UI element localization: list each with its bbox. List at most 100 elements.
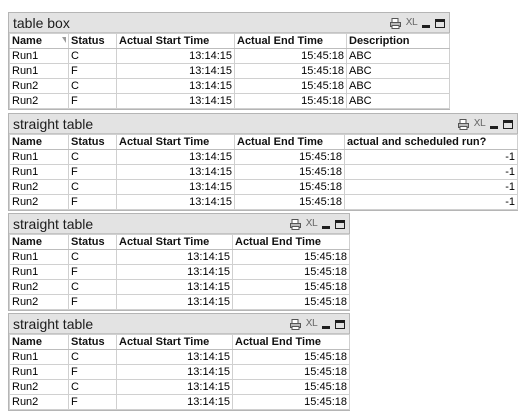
table-cell[interactable]: 13:14:15 <box>116 364 233 380</box>
table-row[interactable]: Run2 F 13:14:15 15:45:18 <box>9 394 350 410</box>
table-cell[interactable]: C <box>68 179 117 195</box>
table-cell[interactable]: -1 <box>344 179 518 195</box>
table-cell[interactable]: 13:14:15 <box>116 179 235 195</box>
maximize-icon[interactable] <box>503 119 513 129</box>
table-cell[interactable]: 15:45:18 <box>232 394 350 410</box>
table-cell[interactable]: 13:14:15 <box>116 394 233 410</box>
printer-icon[interactable] <box>289 318 301 330</box>
table-cell[interactable]: 15:45:18 <box>234 63 347 79</box>
column-header[interactable]: Name <box>9 134 69 150</box>
table-cell[interactable]: 13:14:15 <box>116 349 233 365</box>
table-cell[interactable]: Run2 <box>9 394 69 410</box>
table-cell[interactable]: F <box>68 63 117 79</box>
table-row[interactable]: Run1 C 13:14:15 15:45:18 <box>9 349 350 365</box>
column-header[interactable]: Actual End Time <box>232 234 350 250</box>
table-cell[interactable]: 15:45:18 <box>234 194 345 210</box>
minimize-icon[interactable] <box>322 219 330 230</box>
printer-icon[interactable] <box>457 118 469 130</box>
table-row[interactable]: Run2 C 13:14:15 15:45:18 -1 <box>9 179 518 195</box>
table-cell[interactable]: Run1 <box>9 63 69 79</box>
minimize-icon[interactable] <box>322 319 330 330</box>
table-cell[interactable]: Run2 <box>9 78 69 94</box>
send-to-excel-icon[interactable]: XL <box>306 318 318 330</box>
table-cell[interactable]: Run1 <box>9 249 69 265</box>
column-header[interactable]: Name <box>9 334 69 350</box>
column-header[interactable]: Actual Start Time <box>116 33 235 49</box>
table-row[interactable]: Run2 F 13:14:15 15:45:18 -1 <box>9 194 518 210</box>
table-cell[interactable]: Run1 <box>9 48 69 64</box>
table-cell[interactable]: 13:14:15 <box>116 379 233 395</box>
table-cell[interactable]: 15:45:18 <box>232 264 350 280</box>
table-row[interactable]: Run2 F 13:14:15 15:45:18 <box>9 294 350 310</box>
send-to-excel-icon[interactable]: XL <box>474 118 486 130</box>
table-cell[interactable]: ABC <box>346 48 450 64</box>
column-header[interactable]: Actual Start Time <box>116 134 235 150</box>
table-cell[interactable]: Run1 <box>9 364 69 380</box>
table-cell[interactable]: 15:45:18 <box>232 294 350 310</box>
table-cell[interactable]: C <box>68 279 117 295</box>
table-cell[interactable]: Run2 <box>9 294 69 310</box>
column-header[interactable]: Name <box>9 234 69 250</box>
column-header[interactable]: actual and scheduled run? <box>344 134 518 150</box>
table-cell[interactable]: Run1 <box>9 164 69 180</box>
caption-bar[interactable]: straight table XL <box>9 314 349 334</box>
send-to-excel-icon[interactable]: XL <box>306 218 318 230</box>
table-cell[interactable]: 15:45:18 <box>234 78 347 94</box>
column-header[interactable]: Actual Start Time <box>116 334 233 350</box>
table-cell[interactable]: F <box>68 394 117 410</box>
table-cell[interactable]: 15:45:18 <box>234 164 345 180</box>
column-header[interactable]: Actual Start Time <box>116 234 233 250</box>
table-cell[interactable]: 13:14:15 <box>116 93 235 109</box>
column-header[interactable]: Status <box>68 234 117 250</box>
table-cell[interactable]: 13:14:15 <box>116 264 233 280</box>
table-cell[interactable]: Run2 <box>9 179 69 195</box>
column-header[interactable]: Description <box>346 33 450 49</box>
table-cell[interactable]: -1 <box>344 194 518 210</box>
printer-icon[interactable] <box>389 17 401 29</box>
column-header[interactable]: Actual End Time <box>232 334 350 350</box>
column-header[interactable]: Name <box>9 33 69 49</box>
table-row[interactable]: Run1 F 13:14:15 15:45:18 <box>9 364 350 380</box>
table-row[interactable]: Run1 C 13:14:15 15:45:18 ABC <box>9 48 450 64</box>
column-header[interactable]: Actual End Time <box>234 33 347 49</box>
table-row[interactable]: Run2 F 13:14:15 15:45:18 ABC <box>9 93 450 109</box>
table-cell[interactable]: 13:14:15 <box>116 63 235 79</box>
table-cell[interactable]: 13:14:15 <box>116 279 233 295</box>
table-cell[interactable]: ABC <box>346 78 450 94</box>
table-cell[interactable]: F <box>68 194 117 210</box>
column-header[interactable]: Status <box>68 134 117 150</box>
table-cell[interactable]: C <box>68 48 117 64</box>
table-cell[interactable]: F <box>68 93 117 109</box>
table-cell[interactable]: -1 <box>344 164 518 180</box>
table-cell[interactable]: ABC <box>346 93 450 109</box>
table-cell[interactable]: F <box>68 164 117 180</box>
table-cell[interactable]: 15:45:18 <box>232 349 350 365</box>
table-row[interactable]: Run2 C 13:14:15 15:45:18 <box>9 379 350 395</box>
table-row[interactable]: Run1 F 13:14:15 15:45:18 ABC <box>9 63 450 79</box>
table-cell[interactable]: Run2 <box>9 194 69 210</box>
table-box-1[interactable]: table box XL Name Status Actual Start Time… <box>8 12 450 110</box>
table-cell[interactable]: C <box>68 349 117 365</box>
column-header[interactable]: Actual End Time <box>234 134 345 150</box>
caption-bar[interactable]: table box XL <box>9 13 449 33</box>
table-cell[interactable]: C <box>68 78 117 94</box>
straight-table-1[interactable]: straight table XL Name Status Actual Start… <box>8 113 518 211</box>
table-cell[interactable]: Run2 <box>9 279 69 295</box>
table-cell[interactable]: 15:45:18 <box>232 249 350 265</box>
table-cell[interactable]: 13:14:15 <box>116 164 235 180</box>
table-cell[interactable]: 13:14:15 <box>116 294 233 310</box>
straight-table-2[interactable]: straight table XL Name Status Actual Start… <box>8 213 350 311</box>
table-cell[interactable]: 15:45:18 <box>234 93 347 109</box>
caption-bar[interactable]: straight table XL <box>9 114 517 134</box>
table-cell[interactable]: Run2 <box>9 93 69 109</box>
maximize-icon[interactable] <box>435 18 445 28</box>
minimize-icon[interactable] <box>422 18 430 29</box>
table-cell[interactable]: Run2 <box>9 379 69 395</box>
minimize-icon[interactable] <box>490 119 498 130</box>
table-cell[interactable]: F <box>68 364 117 380</box>
table-cell[interactable]: 15:45:18 <box>234 48 347 64</box>
table-cell[interactable]: C <box>68 379 117 395</box>
table-cell[interactable]: 13:14:15 <box>116 48 235 64</box>
table-cell[interactable]: 13:14:15 <box>116 78 235 94</box>
maximize-icon[interactable] <box>335 219 345 229</box>
